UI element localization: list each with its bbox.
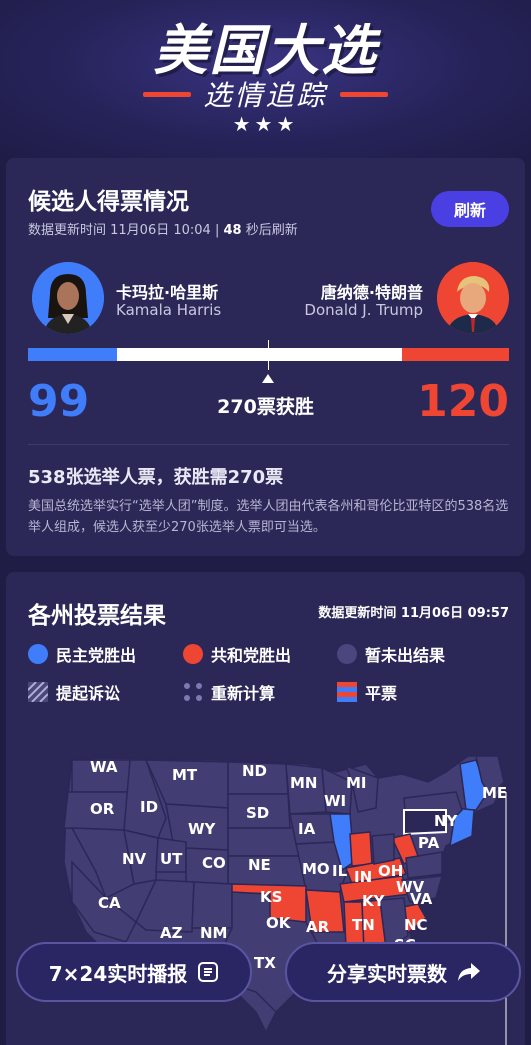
trump-name-cn: 唐纳德·特朗普 bbox=[320, 283, 423, 302]
state-label-ks: KS bbox=[260, 888, 282, 906]
state-label-ne: NE bbox=[248, 856, 271, 874]
state-label-wy: WY bbox=[188, 820, 217, 838]
state-label-nv: NV bbox=[122, 850, 147, 868]
countdown: 48 bbox=[223, 223, 242, 238]
red-bar-left bbox=[143, 91, 192, 97]
countdown-suffix: 秒后刷新 bbox=[245, 223, 298, 238]
state-label-id: ID bbox=[140, 798, 158, 816]
state-label-mt: MT bbox=[172, 766, 198, 784]
trump-avatar bbox=[437, 262, 509, 334]
states-update-time: 数据更新时间 11月06日 09:57 bbox=[318, 606, 509, 621]
harris-name-cn: 卡玛拉·哈里斯 bbox=[116, 283, 219, 302]
red-dot-icon bbox=[183, 644, 203, 664]
state-label-az: AZ bbox=[160, 924, 183, 942]
state-label-ia: IA bbox=[298, 820, 316, 838]
legend-pending: 暂未出结果 bbox=[337, 642, 445, 666]
gray-dot-icon bbox=[337, 644, 357, 664]
state-label-ca: CA bbox=[98, 894, 121, 912]
state-label-il: IL bbox=[332, 862, 348, 880]
legend-pending-label: 暂未出结果 bbox=[365, 646, 446, 665]
live-broadcast-button[interactable]: 7×24实时播报 bbox=[16, 942, 252, 1002]
states-card-title: 各州投票结果 bbox=[28, 603, 166, 629]
legend-recount: 重新计算 bbox=[183, 680, 275, 704]
legend-tie: 平票 bbox=[337, 680, 397, 704]
list-icon bbox=[197, 961, 219, 983]
state-shape-nm[interactable] bbox=[191, 881, 233, 929]
state-shape-oh[interactable] bbox=[371, 833, 395, 865]
state-label-wa: WA bbox=[90, 758, 118, 776]
state-label-tx: TX bbox=[254, 954, 276, 972]
state-label-mi: MI bbox=[346, 774, 367, 792]
state-label-co: CO bbox=[202, 854, 226, 872]
electoral-note-text: 美国总统选举实行“选举人团”制度。选举人团由代表各州和哥伦比亚特区的538名选举… bbox=[28, 499, 509, 535]
rep-score: 120 bbox=[417, 376, 509, 427]
state-label-pa: PA bbox=[418, 834, 440, 852]
state-label-ky: KY bbox=[362, 892, 386, 910]
live-broadcast-label: 7×24实时播报 bbox=[48, 961, 188, 986]
state-label-tn: TN bbox=[352, 916, 375, 934]
state-shape-in[interactable] bbox=[349, 831, 373, 867]
trump-name-en: Donald J. Trump bbox=[304, 301, 423, 319]
legend-lawsuit: 提起诉讼 bbox=[27, 680, 121, 704]
state-label-va: VA bbox=[410, 890, 433, 908]
harris-name-en: Kamala Harris bbox=[116, 301, 222, 319]
harris-avatar bbox=[32, 262, 104, 334]
state-label-wi: WI bbox=[324, 792, 346, 810]
update-time: 数据更新时间 11月06日 10:04 | 48 秒后刷新 bbox=[28, 219, 298, 238]
divider bbox=[28, 444, 509, 445]
legend-recount-label: 重新计算 bbox=[211, 684, 276, 703]
page-header: 美国大选 选情追踪 ★★★ bbox=[0, 0, 531, 160]
share-votes-button[interactable]: 分享实时票数 bbox=[285, 942, 521, 1002]
subtitle-row: 选情追踪 bbox=[0, 74, 531, 114]
state-label-ar: AR bbox=[306, 918, 330, 936]
win-threshold-arrow-icon bbox=[262, 374, 274, 383]
state-label-sd: SD bbox=[246, 804, 269, 822]
four-dots-icon bbox=[183, 682, 203, 702]
electoral-note-title: 538张选举人票，获胜需270票 bbox=[28, 467, 284, 488]
red-bar-right bbox=[339, 91, 388, 97]
legend-dem: 民主党胜出 bbox=[28, 642, 136, 666]
stars-icon: ★★★ bbox=[232, 112, 299, 136]
state-label-ok: OK bbox=[266, 914, 292, 932]
share-arrow-icon bbox=[457, 961, 480, 983]
state-label-or: OR bbox=[90, 800, 115, 818]
legend-tie-label: 平票 bbox=[365, 684, 398, 703]
page-subtitle: 选情追踪 bbox=[203, 79, 328, 112]
blue-dot-icon bbox=[28, 644, 48, 664]
state-label-me: ME bbox=[482, 784, 507, 802]
refresh-button[interactable]: 刷新 bbox=[431, 191, 509, 227]
share-votes-label: 分享实时票数 bbox=[327, 961, 447, 986]
votes-card-title: 候选人得票情况 bbox=[28, 189, 189, 215]
state-label-nc: NC bbox=[404, 916, 428, 934]
win-threshold-line bbox=[268, 340, 269, 370]
state-label-nd: ND bbox=[242, 762, 267, 780]
legend-lawsuit-label: 提起诉讼 bbox=[56, 684, 121, 703]
dem-vote-fill bbox=[28, 348, 117, 361]
state-label-nm: NM bbox=[200, 924, 227, 942]
update-prefix: 数据更新时间 11月06日 10:04 | bbox=[28, 223, 224, 238]
state-label-mn: MN bbox=[290, 774, 317, 792]
state-shape-ne[interactable] bbox=[227, 827, 303, 857]
legend-dem-label: 民主党胜出 bbox=[56, 646, 137, 665]
votes-card: 候选人得票情况 数据更新时间 11月06日 10:04 | 48 秒后刷新 刷新… bbox=[6, 158, 525, 556]
rep-vote-fill bbox=[401, 348, 509, 361]
legend-rep: 共和党胜出 bbox=[183, 642, 291, 666]
split-square-icon bbox=[337, 682, 357, 702]
legend-rep-label: 共和党胜出 bbox=[211, 646, 292, 665]
striped-square-icon bbox=[27, 681, 49, 703]
state-label-mo: MO bbox=[302, 860, 330, 878]
state-label-ny: NY bbox=[434, 812, 459, 830]
state-label-in: IN bbox=[354, 868, 372, 886]
state-label-ut: UT bbox=[160, 850, 183, 868]
